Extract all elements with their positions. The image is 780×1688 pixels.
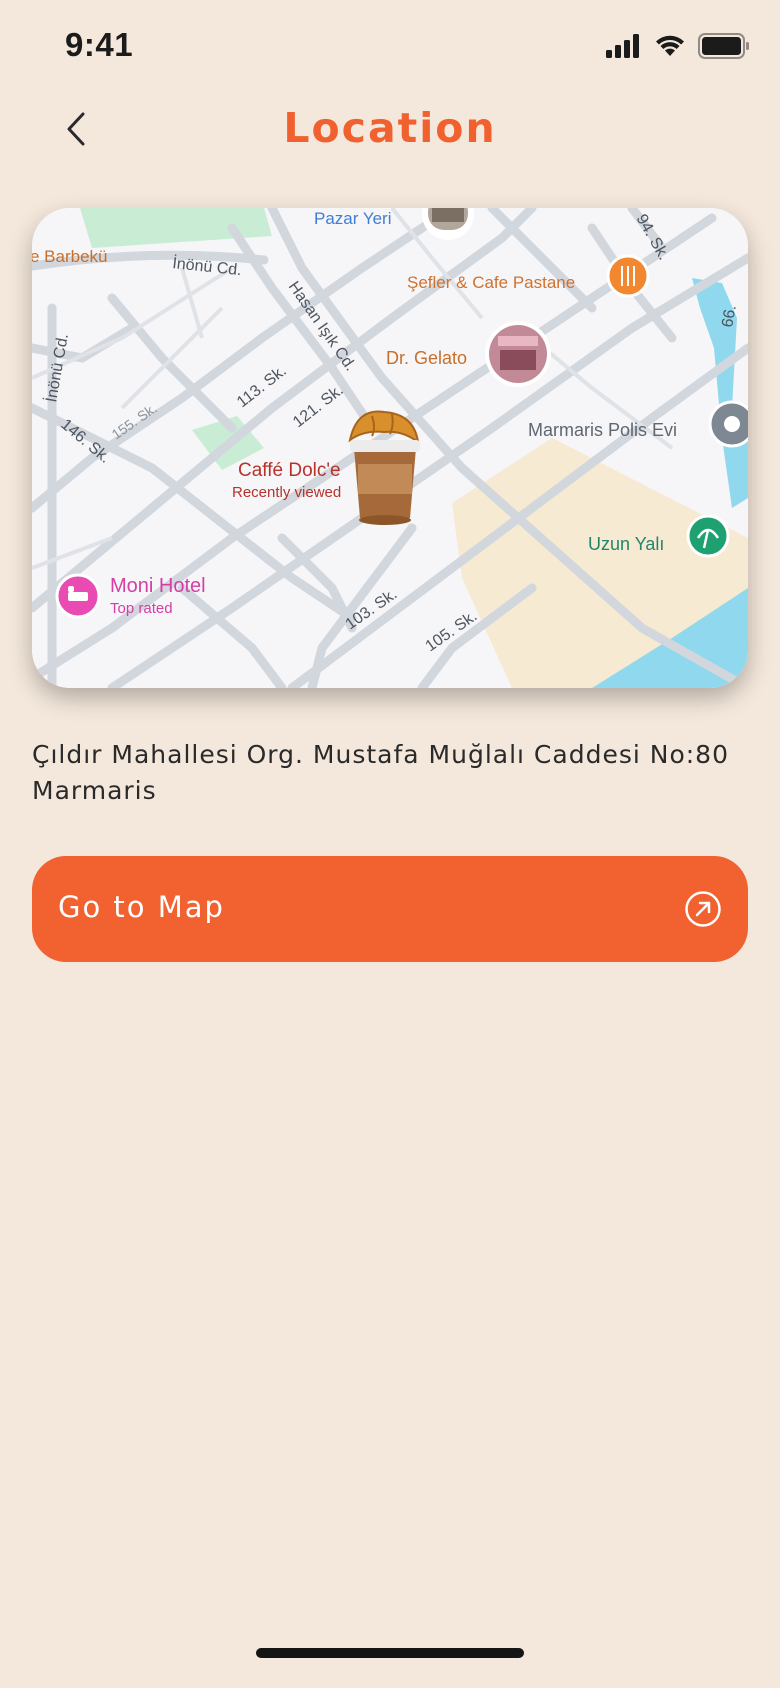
poi-sublabel: Recently viewed — [232, 484, 341, 501]
battery-icon — [698, 33, 749, 59]
poi-label: Dr. Gelato — [386, 348, 467, 368]
beach-marker[interactable] — [686, 514, 730, 558]
restaurant-marker[interactable] — [606, 254, 650, 298]
home-indicator — [256, 1648, 524, 1658]
wifi-icon — [656, 35, 684, 56]
cafe-marker[interactable] — [348, 410, 420, 525]
cellular-signal-icon — [606, 34, 639, 58]
poi-label: e Barbekü — [32, 247, 108, 266]
address: Çıldır Mahallesi Org. Mustafa Muğlalı Ca… — [32, 737, 732, 809]
poi-label: Şefler & Cafe Pastane — [407, 273, 575, 292]
poi-label: Pazar Yeri — [314, 209, 392, 228]
arrow-up-right-circle-icon — [685, 891, 721, 927]
status-time: 9:41 — [65, 26, 134, 63]
status-bar: 9:41 — [0, 0, 780, 94]
go-to-map-label: Go to Map — [58, 890, 225, 924]
map-canvas: İnönü Cd. İnönü Cd. Hasan Işık Cd. 113. … — [32, 208, 748, 688]
address-line-2: Marmaris — [32, 776, 157, 805]
map-preview[interactable]: İnönü Cd. İnönü Cd. Hasan Işık Cd. 113. … — [32, 208, 748, 688]
status-icons — [606, 32, 750, 60]
poi-label: Caffé Dolc'e — [238, 460, 341, 481]
poi-label: Moni Hotel — [110, 575, 206, 597]
police-marker[interactable] — [708, 400, 748, 448]
header: Location — [0, 100, 780, 160]
page-title: Location — [283, 104, 497, 152]
poi-sublabel: Top rated — [110, 600, 173, 617]
dr-gelato-marker[interactable] — [485, 321, 551, 387]
poi-label: Uzun Yalı — [588, 534, 664, 554]
address-line-1: Çıldır Mahallesi Org. Mustafa Muğlalı Ca… — [32, 740, 729, 769]
go-to-map-button[interactable]: Go to Map — [32, 856, 748, 962]
poi-label: Marmaris Polis Evi — [528, 420, 677, 440]
hotel-marker[interactable] — [55, 573, 101, 619]
